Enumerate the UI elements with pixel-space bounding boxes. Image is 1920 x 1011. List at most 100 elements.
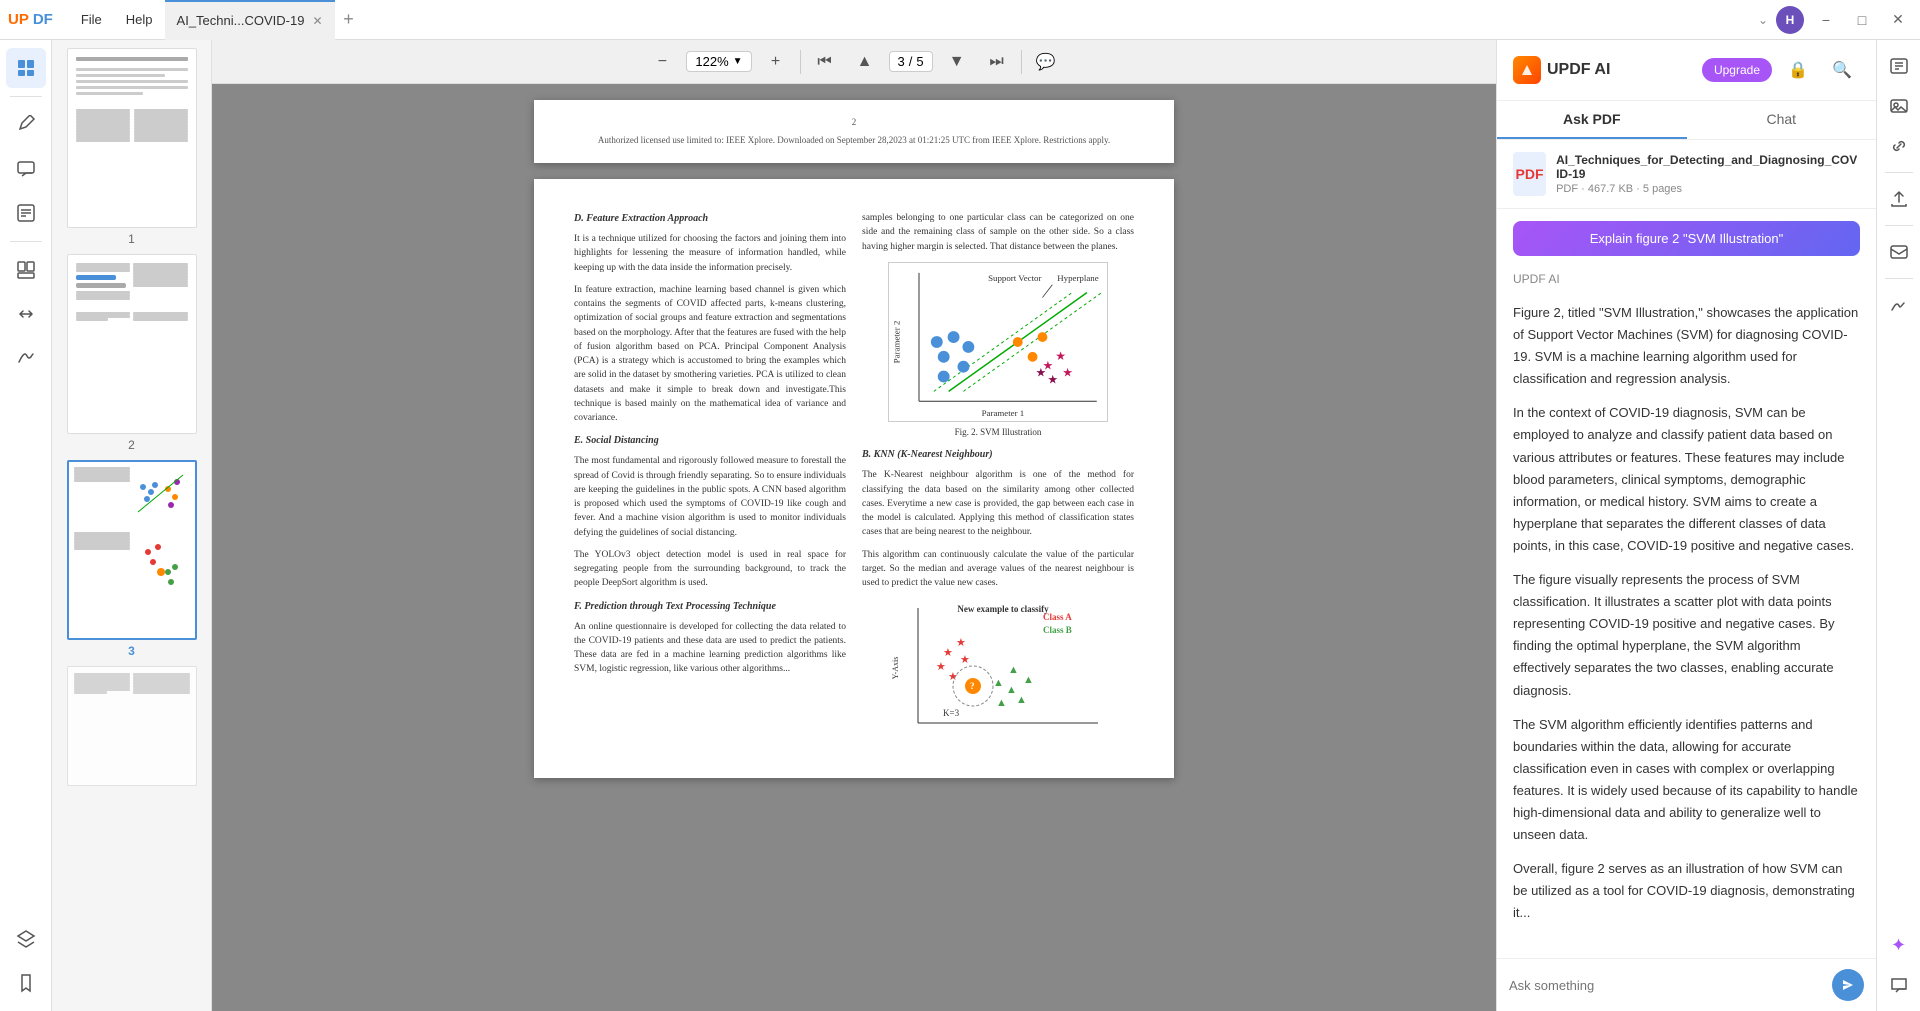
section-d-title: D. Feature Extraction Approach xyxy=(574,211,846,226)
ai-response-p5: Overall, figure 2 serves as an illustrat… xyxy=(1513,858,1860,924)
svg-text:▲: ▲ xyxy=(1023,674,1034,686)
right-icon-signature[interactable] xyxy=(1881,287,1917,323)
tab-chat[interactable]: Chat xyxy=(1687,101,1877,139)
ai-file-info: PDF AI_Techniques_for_Detecting_and_Diag… xyxy=(1497,140,1876,209)
sidebar-item-thumbnails[interactable] xyxy=(6,48,46,88)
comment-button[interactable]: 💬 xyxy=(1030,46,1062,78)
pdf-figure-2: Parameter 1 Parameter 2 Hyperplane Suppo… xyxy=(862,262,1134,440)
avatar: H xyxy=(1776,6,1804,34)
section-d-p1: It is a technique utilized for choosing … xyxy=(574,232,846,275)
ai-chat-input-field[interactable] xyxy=(1509,978,1824,993)
right-icon-link[interactable] xyxy=(1881,128,1917,164)
prev-page-button[interactable]: ▲ xyxy=(849,46,881,78)
tab-close-icon[interactable]: ✕ xyxy=(312,14,322,28)
pdf-toolbar: − 122% ▼ + ⏮ ▲ 3 / 5 ▼ ⏭ 💬 xyxy=(212,40,1496,84)
next-page-button[interactable]: ▼ xyxy=(941,46,973,78)
menu-file[interactable]: File xyxy=(69,0,114,40)
thumbnail-image-3 xyxy=(67,460,197,640)
right-icon-comment-bubble[interactable] xyxy=(1881,967,1917,1003)
ai-response-p1: Figure 2, titled "SVM Illustration," sho… xyxy=(1513,302,1860,390)
svg-text:▲: ▲ xyxy=(996,697,1007,709)
pdf-content[interactable]: 2 Authorized licensed use limited to: IE… xyxy=(212,84,1496,1011)
tab-ask-pdf[interactable]: Ask PDF xyxy=(1497,101,1687,139)
svg-text:Parameter 1: Parameter 1 xyxy=(982,408,1025,418)
section-b-p1: The K-Nearest neighbour algorithm is one… xyxy=(862,468,1134,539)
pdf-left-col: D. Feature Extraction Approach It is a t… xyxy=(574,211,846,746)
zoom-chevron-icon: ▼ xyxy=(733,56,743,67)
zoom-in-button[interactable]: + xyxy=(760,46,792,78)
sidebar-icons xyxy=(0,40,52,1011)
section-f-title: F. Prediction through Text Processing Te… xyxy=(574,599,846,614)
sidebar-item-bookmark[interactable] xyxy=(6,963,46,1003)
zoom-out-button[interactable]: − xyxy=(646,46,678,78)
file-name: AI_Techniques_for_Detecting_and_Diagnosi… xyxy=(1556,153,1860,181)
section-b-title: B. KNN (K-Nearest Neighbour) xyxy=(862,447,1134,462)
pdf-page-header-strip: 2 Authorized licensed use limited to: IE… xyxy=(534,100,1174,163)
thumbnail-num-2: 2 xyxy=(128,438,135,452)
page-current[interactable]: 3 xyxy=(898,54,905,69)
right-divider-3 xyxy=(1885,278,1913,279)
section-f-p1: An online questionnaire is developed for… xyxy=(574,620,846,677)
right-icon-image[interactable] xyxy=(1881,88,1917,124)
section-e-title: E. Social Distancing xyxy=(574,433,846,448)
right-icon-upload[interactable] xyxy=(1881,181,1917,217)
toolbar-divider-1 xyxy=(800,50,801,74)
toolbar-divider-2 xyxy=(1021,50,1022,74)
zoom-value: 122% xyxy=(695,54,728,69)
page-display: 3 / 5 xyxy=(889,51,933,72)
sidebar-item-annotate[interactable] xyxy=(6,105,46,145)
section-b-p2: This algorithm can continuously calculat… xyxy=(862,548,1134,591)
right-icon-ai-star[interactable]: ✦ xyxy=(1881,927,1917,963)
explain-button[interactable]: Explain figure 2 "SVM Illustration" xyxy=(1513,221,1860,256)
sidebar-item-sign[interactable] xyxy=(6,338,46,378)
svg-text:Parameter 2: Parameter 2 xyxy=(891,320,901,363)
lock-icon[interactable]: 🔒 xyxy=(1780,52,1816,88)
first-page-button[interactable]: ⏮ xyxy=(809,46,841,78)
new-tab-button[interactable]: + xyxy=(335,6,363,34)
right-divider-1 xyxy=(1885,172,1913,173)
minimize-button[interactable]: − xyxy=(1812,6,1840,34)
svg-text:▲: ▲ xyxy=(1016,694,1027,706)
sidebar-item-comment[interactable] xyxy=(6,149,46,189)
ai-panel-tabs: Ask PDF Chat xyxy=(1497,101,1876,140)
right-icon-edit[interactable] xyxy=(1881,48,1917,84)
updf-ai-logo-icon xyxy=(1513,56,1541,84)
right-sidebar-icons: ✦ xyxy=(1876,40,1920,1011)
knn-chart-svg: Y-Axis Class A Class B New example to cl… xyxy=(888,598,1108,738)
sidebar-item-layers[interactable] xyxy=(6,919,46,959)
thumbnail-num-1: 1 xyxy=(128,232,135,246)
menu-help[interactable]: Help xyxy=(114,0,165,40)
upgrade-button[interactable]: Upgrade xyxy=(1702,58,1772,82)
ai-source-label: UPDF AI xyxy=(1497,268,1876,290)
app-logo: UPDF xyxy=(8,11,53,28)
search-icon-header[interactable]: 🔍 xyxy=(1824,52,1860,88)
svg-text:Support Vector: Support Vector xyxy=(988,273,1041,283)
active-tab[interactable]: AI_Techni...COVID-19 ✕ xyxy=(165,0,335,40)
thumbnail-page-3[interactable]: 3 xyxy=(60,460,203,658)
ai-response-p4: The SVM algorithm efficiently identifies… xyxy=(1513,714,1860,847)
thumbnail-image-1 xyxy=(67,48,197,228)
svg-text:▲: ▲ xyxy=(993,677,1004,689)
thumbnail-page-1[interactable]: 1 xyxy=(60,48,203,246)
sidebar-item-convert[interactable] xyxy=(6,294,46,334)
fig2-caption: Fig. 2. SVM Illustration xyxy=(955,426,1042,440)
thumbnail-page-4[interactable] xyxy=(60,666,203,786)
ai-send-button[interactable] xyxy=(1832,969,1864,1001)
thumbnail-page-2[interactable]: 2 xyxy=(60,254,203,452)
svg-text:K=3: K=3 xyxy=(943,708,960,718)
svg-text:★: ★ xyxy=(948,671,958,683)
zoom-display[interactable]: 122% ▼ xyxy=(686,51,751,72)
svg-text:★: ★ xyxy=(960,654,970,666)
ai-response-p3: The figure visually represents the proce… xyxy=(1513,569,1860,702)
page-separator: / xyxy=(909,54,913,69)
sidebar-item-edit[interactable] xyxy=(6,193,46,233)
close-button[interactable]: ✕ xyxy=(1884,6,1912,34)
pdf-two-columns: D. Feature Extraction Approach It is a t… xyxy=(574,211,1134,746)
ai-panel: UPDF AI Upgrade 🔒 🔍 Ask PDF Chat PDF AI_… xyxy=(1496,40,1876,1011)
maximize-button[interactable]: □ xyxy=(1848,6,1876,34)
main-layout: 1 xyxy=(0,40,1920,1011)
right-icon-email[interactable] xyxy=(1881,234,1917,270)
sidebar-item-organize[interactable] xyxy=(6,250,46,290)
window-chevron-icon[interactable]: ⌄ xyxy=(1758,13,1768,27)
last-page-button[interactable]: ⏭ xyxy=(981,46,1013,78)
